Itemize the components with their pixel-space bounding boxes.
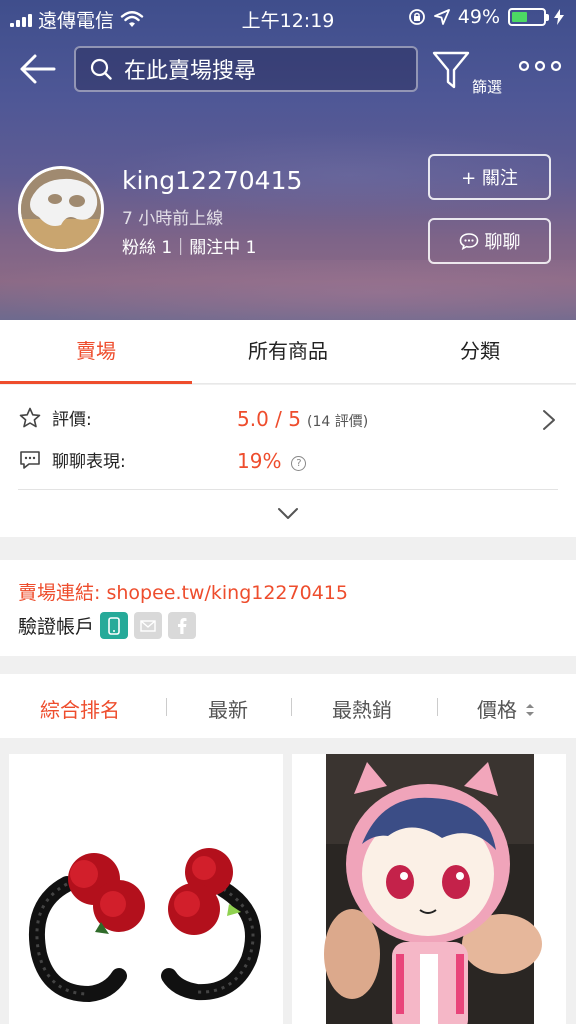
sort-bar: 綜合排名 最新 最熱銷 價格 [0,674,576,738]
facebook-icon [168,612,197,639]
battery-fill [512,12,527,22]
product-grid [0,738,576,1024]
shop-performance-section[interactable]: 評價: 5.0 / 5 (14 評價) 聊聊表現: 19% ? [0,385,576,537]
rating-label: 評價: [52,410,92,430]
chat-button-label: 聊聊 [484,232,521,253]
more-options-icon[interactable] [518,58,562,74]
sort-relevance[interactable]: 綜合排名 [40,694,120,723]
chat-button[interactable]: 聊聊 [428,218,551,264]
shop-info: king12270415 7 小時前上線 粉絲 1｜關注中 1 + 關注 聊聊 [0,150,576,280]
sort-arrows-icon [526,704,535,716]
mail-icon [134,612,163,639]
follow-button[interactable]: + 關注 [428,154,551,200]
shop-link-section: 賣場連結: shopee.tw/king12270415 驗證帳戶 [0,560,576,656]
product-card[interactable] [9,754,283,1024]
chat-performance-row: 聊聊表現: [18,447,126,472]
sort-divider [437,698,438,716]
sort-divider [291,698,292,716]
chat-bubble-icon [459,233,478,250]
chat-performance-value-group: 19% ? [237,449,307,473]
chat-bubble-icon [20,450,40,469]
sort-price-label: 價格 [477,698,517,722]
last-online-status: 7 小時前上線 [122,209,224,229]
chevron-right-icon[interactable] [542,409,556,431]
product-card[interactable] [292,754,566,1024]
rating-value-group: 5.0 / 5 (14 評價) [237,407,368,431]
follower-counts[interactable]: 粉絲 1｜關注中 1 [122,233,256,258]
tab-shop[interactable]: 賣場 [0,320,192,384]
chat-performance-label: 聊聊表現: [52,452,126,472]
product-image-rose-horns [9,754,283,1024]
battery-percent: 49% [457,6,500,28]
status-bar: 遠傳電信 上午12:19 49% [0,0,576,34]
sort-top-sales[interactable]: 最熱銷 [332,694,392,723]
shop-header-banner: 遠傳電信 上午12:19 49% 在此賣場搜尋 篩選 king12270415 … [0,0,576,320]
rating-row[interactable]: 評價: [18,405,92,430]
shop-link[interactable]: 賣場連結: shopee.tw/king12270415 [18,578,348,605]
phone-icon [100,612,129,639]
shop-name: king12270415 [122,166,303,195]
search-input[interactable]: 在此賣場搜尋 [74,46,418,92]
help-icon[interactable]: ? [291,456,307,471]
sort-price[interactable]: 價格 [477,694,535,723]
search-icon [90,58,112,80]
tab-categories[interactable]: 分類 [384,320,576,383]
search-placeholder: 在此賣場搜尋 [124,59,257,84]
star-icon [19,407,41,427]
filter-label: 篩選 [472,78,503,96]
charging-icon [554,9,564,25]
divider [18,489,558,490]
verified-account-label: 驗證帳戶 [18,616,95,638]
verified-account: 驗證帳戶 [18,612,197,639]
status-right: 49% [408,6,564,28]
shop-tabs: 賣場 所有商品 分類 [0,320,576,384]
chevron-down-icon[interactable] [277,507,299,521]
location-arrow-icon [433,9,450,25]
filter-funnel-icon [432,51,470,89]
rating-count: (14 評價) [306,414,369,430]
avatar[interactable] [18,166,104,252]
chat-performance-value: 19% [237,449,282,473]
follow-button-label: + 關注 [461,168,518,189]
rotation-lock-icon [408,9,425,25]
rating-value: 5.0 / 5 [237,407,301,431]
back-arrow-icon[interactable] [18,52,58,86]
battery-icon [508,8,549,26]
product-image-plush-doll [292,754,566,1024]
filter-button[interactable]: 篩選 [432,50,504,96]
avatar-image [21,169,101,249]
sort-divider [166,698,167,716]
tab-all-products[interactable]: 所有商品 [192,320,384,383]
navigation-bar: 在此賣場搜尋 篩選 [0,44,576,96]
sort-latest[interactable]: 最新 [208,694,248,723]
